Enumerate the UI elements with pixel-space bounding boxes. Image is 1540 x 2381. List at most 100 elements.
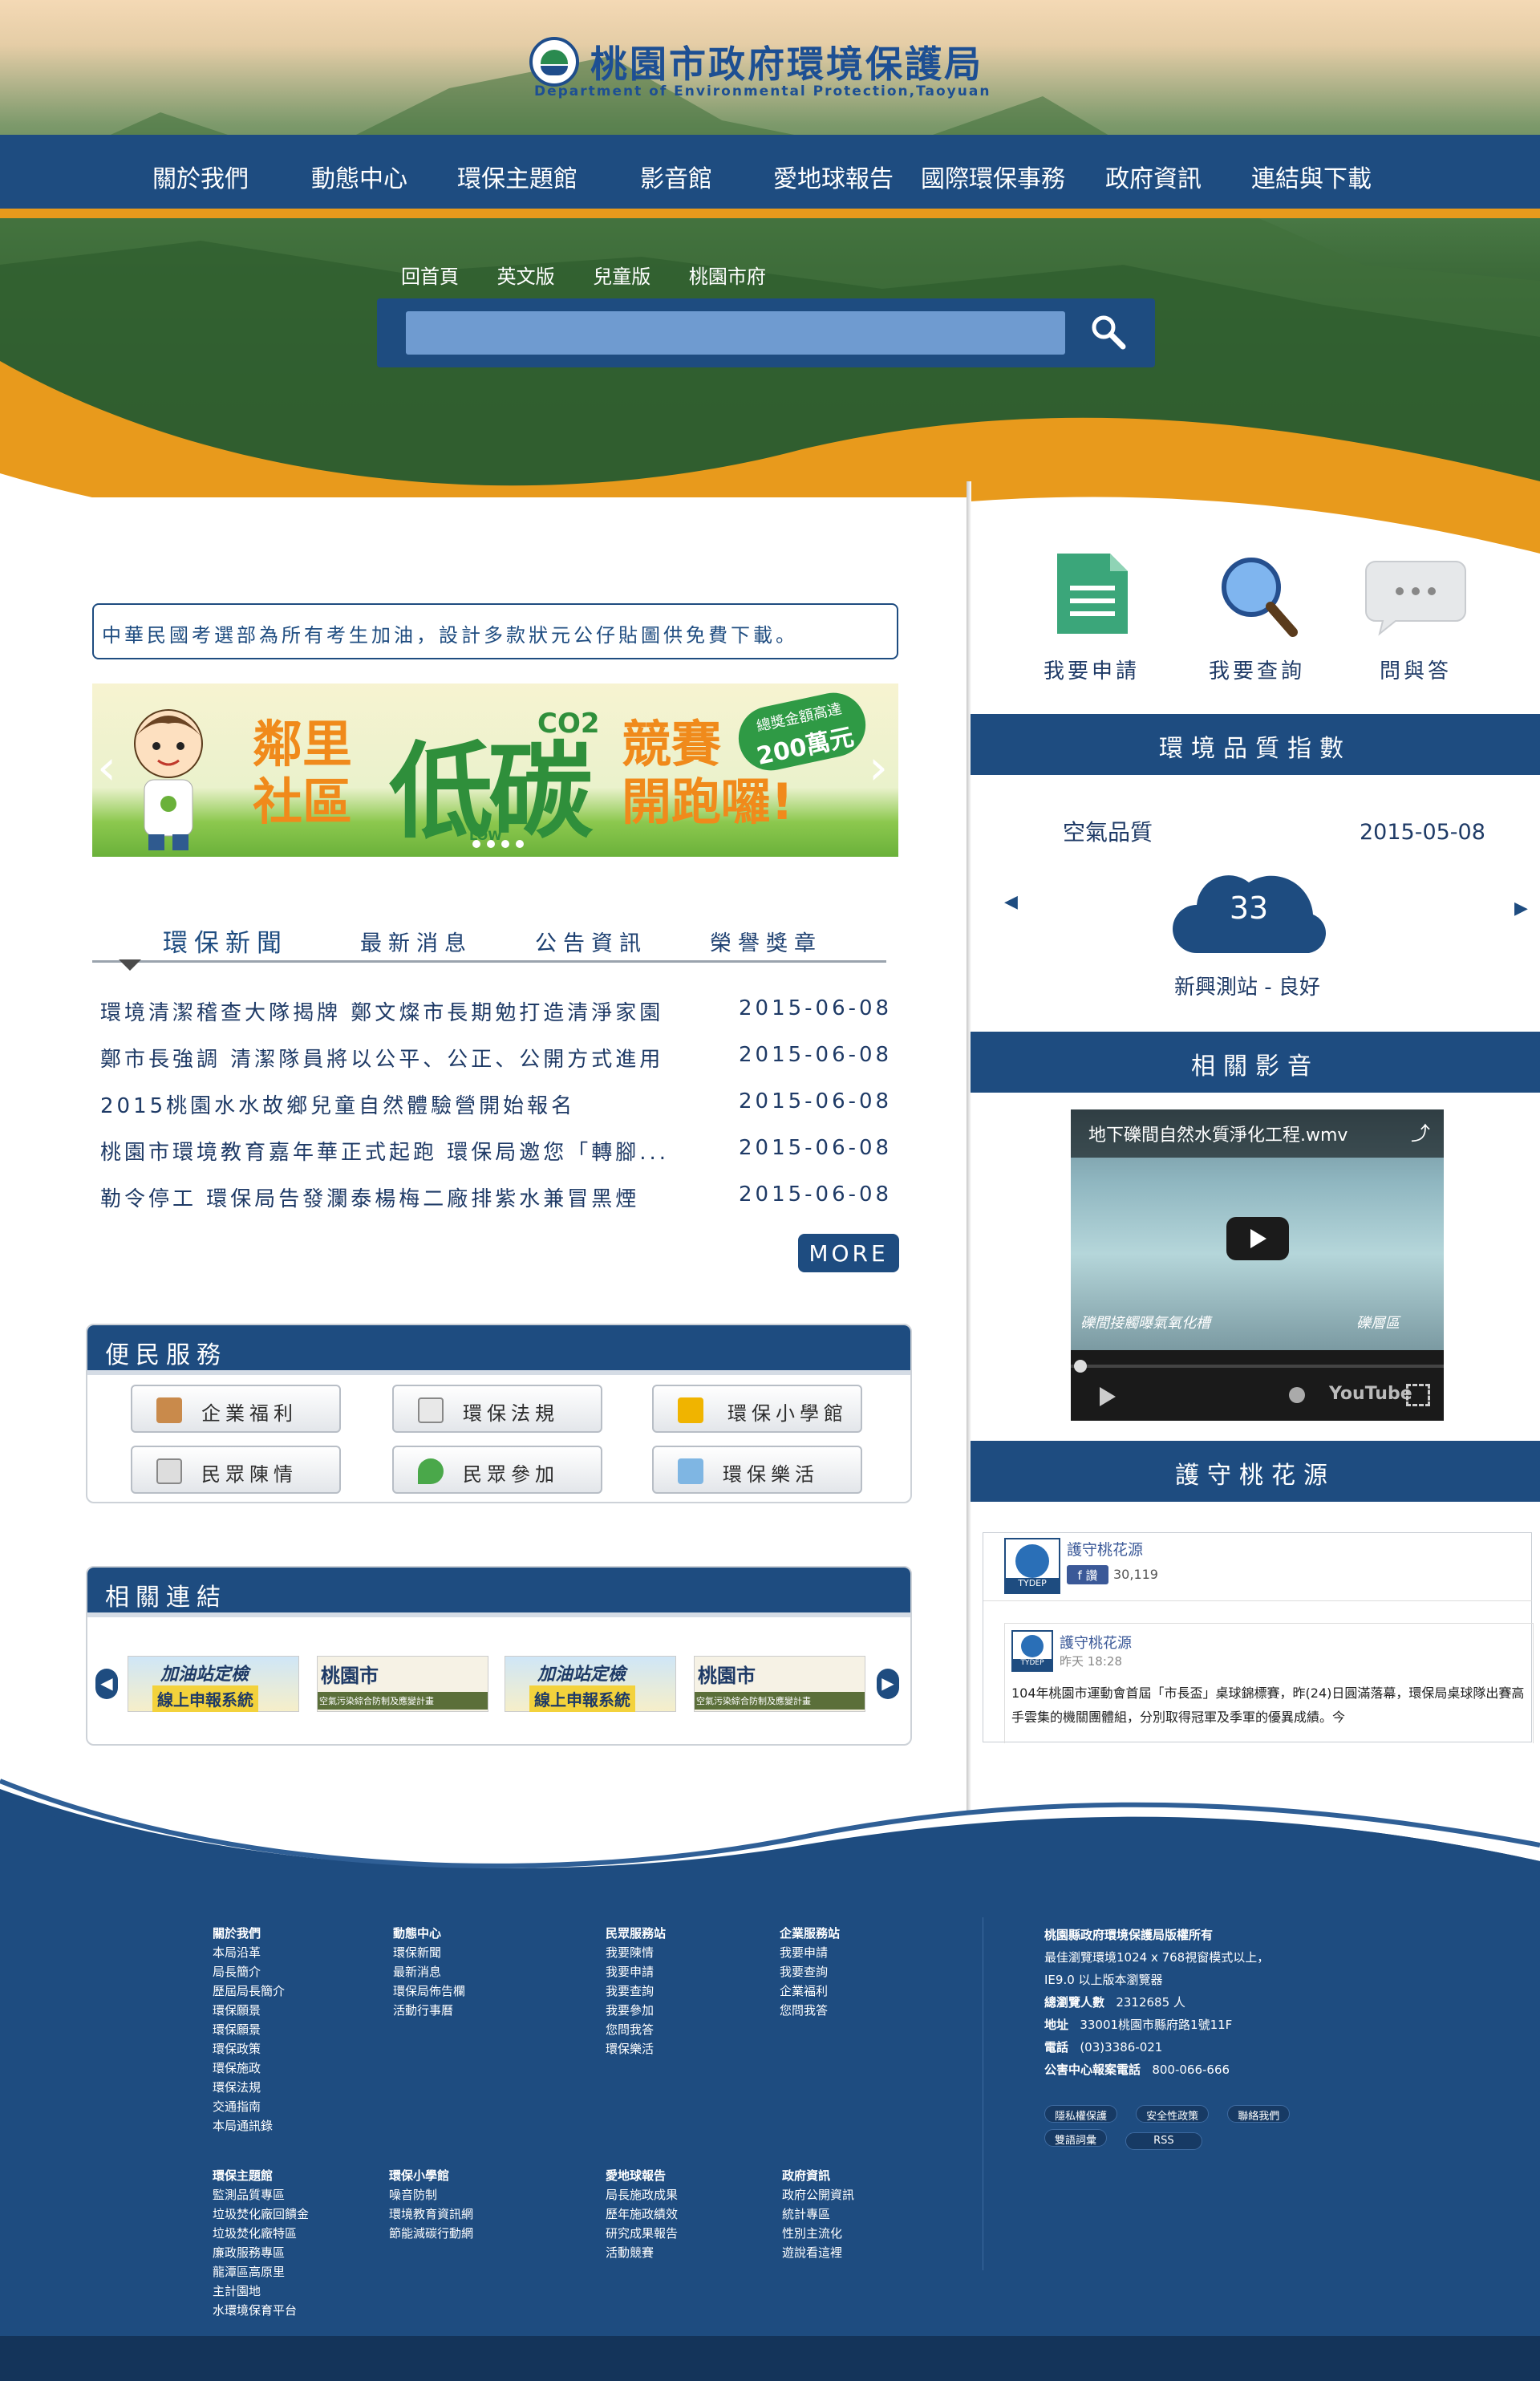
service-regulations[interactable]: 環保法規	[392, 1385, 602, 1433]
footer-link[interactable]: 監測品質專區	[213, 2185, 309, 2205]
nav-item-news-center[interactable]: 動態中心	[311, 159, 407, 194]
footer-link[interactable]: 我要參加	[606, 2001, 666, 2020]
clock-icon[interactable]	[1289, 1387, 1305, 1403]
nav-item-gov-info[interactable]: 政府資訊	[1105, 159, 1202, 194]
link-air-pollution[interactable]: 桃園市 空氣污染綜合防制及應變計畫	[317, 1656, 488, 1712]
footer-link[interactable]: 歷年施政績效	[606, 2205, 678, 2224]
pill-security[interactable]: 安全性政策	[1136, 2105, 1210, 2123]
banner-dot[interactable]	[516, 840, 524, 848]
footer-link[interactable]: 性別主流化	[782, 2224, 854, 2243]
banner-dot[interactable]	[501, 840, 509, 848]
video-player[interactable]: 地下礫間自然水質淨化工程.wmv ⤴ 礫間接觸曝氣氧化槽 礫層區 YouTube	[1071, 1109, 1444, 1421]
footer-link[interactable]: 主計園地	[213, 2282, 309, 2301]
pill-privacy[interactable]: 隱私權保護	[1044, 2105, 1118, 2123]
footer-link[interactable]: 最新消息	[393, 1962, 465, 1981]
footer-link[interactable]: 環保法規	[213, 2078, 285, 2097]
pill-contact[interactable]: 聯絡我們	[1227, 2105, 1291, 2123]
footer-link[interactable]: 環保新聞	[393, 1943, 465, 1962]
banner-dot[interactable]	[487, 840, 495, 848]
footer-link[interactable]: 政府公開資訊	[782, 2185, 854, 2205]
quick-faq[interactable]: 問與答	[1364, 554, 1468, 683]
footer-link[interactable]: 交通指南	[213, 2097, 285, 2116]
footer-link[interactable]: 水環境保育平台	[213, 2301, 309, 2320]
footer-link[interactable]: 節能減碳行動網	[389, 2224, 473, 2243]
footer-link[interactable]: 垃圾焚化廠回饋金	[213, 2205, 309, 2224]
news-item[interactable]: 環境清潔稽查大隊揭牌 鄭文燦市長期勉打造清淨家園 2015-06-08	[100, 996, 902, 1028]
footer-link[interactable]: 環保樂活	[606, 2039, 666, 2059]
nav-item-about[interactable]: 關於我們	[152, 159, 249, 194]
pill-rss[interactable]: RSS	[1125, 2132, 1202, 2150]
link-home[interactable]: 回首頁	[401, 266, 459, 288]
footer-link[interactable]: 本局通訊錄	[213, 2116, 285, 2136]
link-english[interactable]: 英文版	[497, 266, 555, 288]
footer-link[interactable]: 活動競賽	[606, 2243, 678, 2262]
play-button[interactable]	[1226, 1217, 1289, 1260]
footer-link[interactable]: 活動行事曆	[393, 2001, 465, 2020]
footer-link[interactable]: 遊說看這裡	[782, 2243, 854, 2262]
nav-item-international[interactable]: 國際環保事務	[921, 159, 1065, 194]
tab-env-news[interactable]: 環保新聞	[163, 923, 288, 959]
fb-page-logo[interactable]: TYDEP	[1004, 1538, 1060, 1594]
footer-link[interactable]: 環保政策	[213, 2039, 285, 2059]
links-next-button[interactable]: ▶	[877, 1669, 899, 1699]
service-kids-library[interactable]: 環保小學館	[652, 1385, 862, 1433]
video-scrubber[interactable]	[1074, 1360, 1087, 1373]
play-small-icon[interactable]	[1100, 1387, 1116, 1406]
footer-link[interactable]: 研究成果報告	[606, 2224, 678, 2243]
link-city-gov[interactable]: 桃園市府	[689, 266, 766, 288]
news-item[interactable]: 2015桃園水水故鄉兒童自然體驗營開始報名 2015-06-08	[100, 1089, 902, 1122]
footer-link[interactable]: 本局沿革	[213, 1943, 285, 1962]
footer-link[interactable]: 局長簡介	[213, 1962, 285, 1981]
footer-link[interactable]: 環境教育資訊網	[389, 2205, 473, 2224]
youtube-logo[interactable]: YouTube	[1329, 1384, 1412, 1404]
footer-link[interactable]: 環保施政	[213, 2059, 285, 2078]
banner-prev-button[interactable]: ‹	[97, 740, 116, 796]
search-input[interactable]	[406, 311, 1065, 355]
footer-link[interactable]: 廉政服務專區	[213, 2243, 309, 2262]
quick-apply[interactable]: 我要申請	[1040, 554, 1144, 683]
nav-item-earth-report[interactable]: 愛地球報告	[773, 159, 894, 194]
service-participation[interactable]: 民眾參加	[392, 1446, 602, 1494]
footer-link[interactable]: 企業福利	[780, 1981, 840, 2001]
more-button[interactable]: MORE	[798, 1234, 899, 1272]
pill-glossary[interactable]: 雙語詞彙	[1044, 2129, 1108, 2147]
fb-post-author[interactable]: 護守桃花源	[1060, 1632, 1132, 1653]
tab-honors[interactable]: 榮譽獎章	[710, 926, 822, 957]
footer-link[interactable]: 您問我答	[780, 2001, 840, 2020]
footer-link[interactable]: 龍潭區高原里	[213, 2262, 309, 2282]
announcement-marquee[interactable]: 中華民國考選部為所有考生加油，設計多款狀元公仔貼圖供免費下載。	[92, 603, 898, 659]
fb-page-name[interactable]: 護守桃花源	[1067, 1538, 1143, 1560]
footer-link[interactable]: 我要陳情	[606, 1943, 666, 1962]
aqi-prev-button[interactable]: ◀	[1004, 892, 1018, 912]
fullscreen-icon[interactable]	[1406, 1384, 1430, 1406]
banner-dot[interactable]	[472, 840, 480, 848]
service-lohas[interactable]: 環保樂活	[652, 1446, 862, 1494]
footer-link[interactable]: 統計專區	[782, 2205, 854, 2224]
footer-link[interactable]: 環保局佈告欄	[393, 1981, 465, 2001]
footer-link[interactable]: 我要申請	[606, 1962, 666, 1981]
news-item[interactable]: 桃園市環境教育嘉年華正式起跑 環保局邀您「轉腳... 2015-06-08	[100, 1136, 902, 1168]
link-air-pollution[interactable]: 桃園市 空氣污染綜合防制及應變計畫	[694, 1656, 865, 1712]
footer-link[interactable]: 歷屆局長簡介	[213, 1981, 285, 2001]
footer-link[interactable]: 環保願景	[213, 2020, 285, 2039]
footer-link[interactable]: 您問我答	[606, 2020, 666, 2039]
footer-link[interactable]: 我要查詢	[780, 1962, 840, 1981]
search-button[interactable]	[1083, 306, 1134, 358]
links-prev-button[interactable]: ◀	[95, 1669, 118, 1699]
footer-link[interactable]: 環保願景	[213, 2001, 285, 2020]
share-icon[interactable]: ⤴	[1411, 1117, 1430, 1146]
site-logo[interactable]: 桃園市政府環境保護局 Department of Environmental P…	[529, 32, 1011, 104]
quick-search[interactable]: 我要查詢	[1205, 554, 1309, 683]
footer-link[interactable]: 我要申請	[780, 1943, 840, 1962]
tab-latest[interactable]: 最新消息	[360, 926, 472, 957]
news-item[interactable]: 勒令停工 環保局告發瀾泰楊梅二廠排紫水兼冒黑煙 2015-06-08	[100, 1182, 902, 1215]
link-gas-station[interactable]: 加油站定檢 線上申報系統	[128, 1656, 299, 1712]
news-item[interactable]: 鄭市長強調 清潔隊員將以公平、公正、公開方式進用 2015-06-08	[100, 1043, 902, 1075]
aqi-next-button[interactable]: ▶	[1514, 898, 1528, 919]
nav-item-media[interactable]: 影音館	[640, 159, 712, 194]
promo-banner[interactable]: 鄰里 社區 低碳 CO2 LOW 競賽 開跑囉! 總獎金額高達 200萬元 ‹ ›	[92, 683, 898, 857]
service-corporate-welfare[interactable]: 企業福利	[131, 1385, 341, 1433]
link-gas-station[interactable]: 加油站定檢 線上申報系統	[505, 1656, 676, 1712]
footer-link[interactable]: 我要查詢	[606, 1981, 666, 2001]
banner-next-button[interactable]: ›	[869, 740, 888, 796]
